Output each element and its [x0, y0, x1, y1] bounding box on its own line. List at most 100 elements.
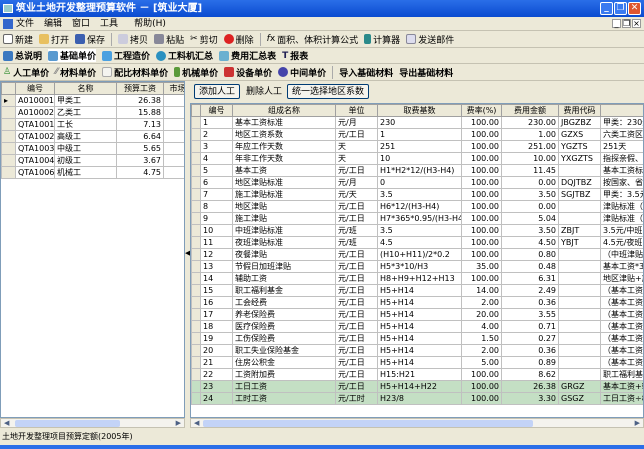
cell-unit[interactable]: 元/工日 [335, 164, 378, 177]
cell-cost-code[interactable] [558, 344, 601, 357]
row-indicator[interactable] [191, 128, 201, 141]
cell-amount[interactable]: 6.31 [501, 272, 559, 285]
cell-rate[interactable]: 100.00 [461, 368, 502, 381]
cell-component-name[interactable]: 夜餐津贴 [232, 248, 336, 261]
cell-unit[interactable]: 天 [335, 152, 378, 165]
cell-base[interactable]: H1*H2*12/(H3-H4) [377, 164, 462, 177]
tab-machine-price[interactable]: 机械单价 [174, 66, 218, 79]
cell-base[interactable]: H7*365*0.95/(H3-H4) [377, 212, 462, 225]
cell-no[interactable]: 16 [200, 296, 233, 309]
tab-project-cost[interactable]: 工程造价 [102, 49, 150, 62]
cell-rate[interactable]: 100.00 [461, 272, 502, 285]
column-header-cost-code[interactable]: 费用代码 [558, 104, 601, 117]
cell-no[interactable]: 20 [200, 344, 233, 357]
cell-rate[interactable]: 100.00 [461, 236, 502, 249]
cell-amount[interactable]: 0.80 [501, 248, 559, 261]
cell-cost-code[interactable] [558, 296, 601, 309]
table-row[interactable]: 22工资附加费元/工日H15:H21100.008.62 职工福利基金 [191, 368, 643, 381]
cell-cost-code[interactable] [558, 320, 601, 333]
cell-base[interactable]: H5+H14 [377, 320, 462, 333]
cell-cost-code[interactable] [558, 212, 601, 225]
cell-remark[interactable]: 津贴标准（元 [600, 200, 643, 213]
table-row[interactable]: 24 工时工资 元/工时 H23/8 100.00 3.30 GSGZ 工日工资÷8 [191, 392, 643, 405]
table-row[interactable]: 2 地区工资系数 元/工日 1 100.00 1.00 GZXS 六类工资区 [191, 128, 643, 141]
cell-remark[interactable]: （中班津贴标 [600, 248, 643, 261]
cell-amount[interactable]: 0.00 [501, 176, 559, 189]
cell-component-name[interactable]: 工时工资 [232, 392, 336, 405]
menu-help[interactable]: 帮助(H) [134, 17, 166, 30]
menu-window[interactable]: 窗口 [72, 17, 90, 30]
cell-amount[interactable]: 0.48 [501, 260, 559, 273]
tab-labor-price[interactable]: ♙ 人工单价 [3, 66, 49, 79]
cell-no[interactable]: 17 [200, 308, 233, 321]
row-indicator[interactable] [191, 224, 201, 237]
cell-component-name[interactable]: 节假日加班津贴 [232, 260, 336, 273]
cell-amount[interactable]: 230.00 [501, 116, 559, 129]
cell-base[interactable]: H5+H14 [377, 332, 462, 345]
left-horizontal-scrollbar[interactable]: ◀ ▶ [0, 418, 185, 428]
row-indicator[interactable] [191, 344, 201, 357]
cell-no[interactable]: 15 [200, 284, 233, 297]
cell-no[interactable]: 7 [200, 188, 233, 201]
table-row[interactable]: 7 施工津贴标准 元/天 3.5 100.00 3.50 SGJTBZ 甲类：3.5元 [191, 188, 643, 201]
cell-amount[interactable]: 0.89 [501, 356, 559, 369]
table-row[interactable]: ▸ A010001 甲类工 26.38 [1, 94, 184, 107]
cell-name[interactable]: 中级工 [54, 142, 117, 155]
cell-unit[interactable]: 元/班 [335, 236, 378, 249]
cell-cost-code[interactable]: YGZTS [558, 140, 601, 153]
cell-amount[interactable]: 0.36 [501, 344, 559, 357]
cell-base[interactable]: H8+H9+H12+H13 [377, 272, 462, 285]
cell-component-name[interactable]: 施工津贴标准 [232, 188, 336, 201]
cell-rate[interactable]: 100.00 [461, 116, 502, 129]
table-row[interactable]: 6地区津贴标准元/月0100.000.00DQJTBZ按国家、省、 [191, 176, 643, 189]
cell-name[interactable]: 初级工 [54, 154, 117, 167]
cell-no[interactable]: 1 [200, 116, 233, 129]
copy-button[interactable]: 拷贝 [118, 33, 148, 46]
cell-remark[interactable]: （基本工资+ [600, 344, 643, 357]
row-indicator[interactable] [1, 118, 16, 131]
cell-cost-code[interactable] [558, 272, 601, 285]
cell-unit[interactable]: 元/工日 [335, 248, 378, 261]
open-button[interactable]: 打开 [39, 33, 69, 46]
row-indicator[interactable] [191, 332, 201, 345]
cell-component-name[interactable]: 夜班津贴标准 [232, 236, 336, 249]
paste-button[interactable]: 粘贴 [154, 33, 184, 46]
cell-budget-wage[interactable]: 7.13 [116, 118, 164, 131]
cell-component-name[interactable]: 工伤保险费 [232, 332, 336, 345]
cell-component-name[interactable]: 施工津贴 [232, 212, 336, 225]
row-indicator[interactable] [191, 188, 201, 201]
row-indicator[interactable] [191, 164, 201, 177]
cell-cost-code[interactable] [558, 260, 601, 273]
cell-remark[interactable]: 基本工资+辅 [600, 380, 643, 393]
cell-unit[interactable]: 元/工日 [335, 272, 378, 285]
cell-base[interactable]: 230 [377, 116, 462, 129]
cell-code[interactable]: QTA1004 [15, 154, 55, 167]
column-header-name[interactable]: 名称 [54, 82, 117, 95]
cell-base[interactable]: (H10+H11)/2*0.2 [377, 248, 462, 261]
scroll-left-arrow-icon[interactable]: ◀ [194, 419, 199, 427]
row-indicator[interactable] [191, 272, 201, 285]
select-region-coefficient-button[interactable]: 统一选择地区系数 [287, 84, 370, 99]
cell-remark[interactable]: 按国家、省、 [600, 176, 643, 189]
cell-rate[interactable]: 2.00 [461, 296, 502, 309]
scroll-right-arrow-icon[interactable]: ▶ [635, 419, 640, 427]
column-header-amount[interactable]: 费用金额 [501, 104, 559, 117]
cell-cost-code[interactable]: JBGZBZ [558, 116, 601, 129]
new-button[interactable]: 新建 [3, 33, 33, 46]
cell-base[interactable]: 4.5 [377, 236, 462, 249]
row-indicator[interactable] [191, 368, 201, 381]
cell-no[interactable]: 6 [200, 176, 233, 189]
cell-no[interactable]: 5 [200, 164, 233, 177]
cell-rate[interactable]: 4.00 [461, 320, 502, 333]
cell-no[interactable]: 12 [200, 248, 233, 261]
cell-market[interactable] [163, 94, 184, 107]
row-indicator[interactable] [191, 236, 201, 249]
cell-remark[interactable]: 津贴标准（元 [600, 212, 643, 225]
table-row[interactable]: 9 施工津贴 元/工日 H7*365*0.95/(H3-H4) 100.00 5.04 津贴… [191, 212, 643, 225]
cell-unit[interactable]: 元/工日 [335, 260, 378, 273]
cell-remark[interactable]: 六类工资区 [600, 128, 643, 141]
cell-unit[interactable]: 元/天 [335, 188, 378, 201]
cell-component-name[interactable]: 地区津贴 [232, 200, 336, 213]
cell-base[interactable]: H5+H14 [377, 356, 462, 369]
cell-amount[interactable]: 1.00 [501, 128, 559, 141]
